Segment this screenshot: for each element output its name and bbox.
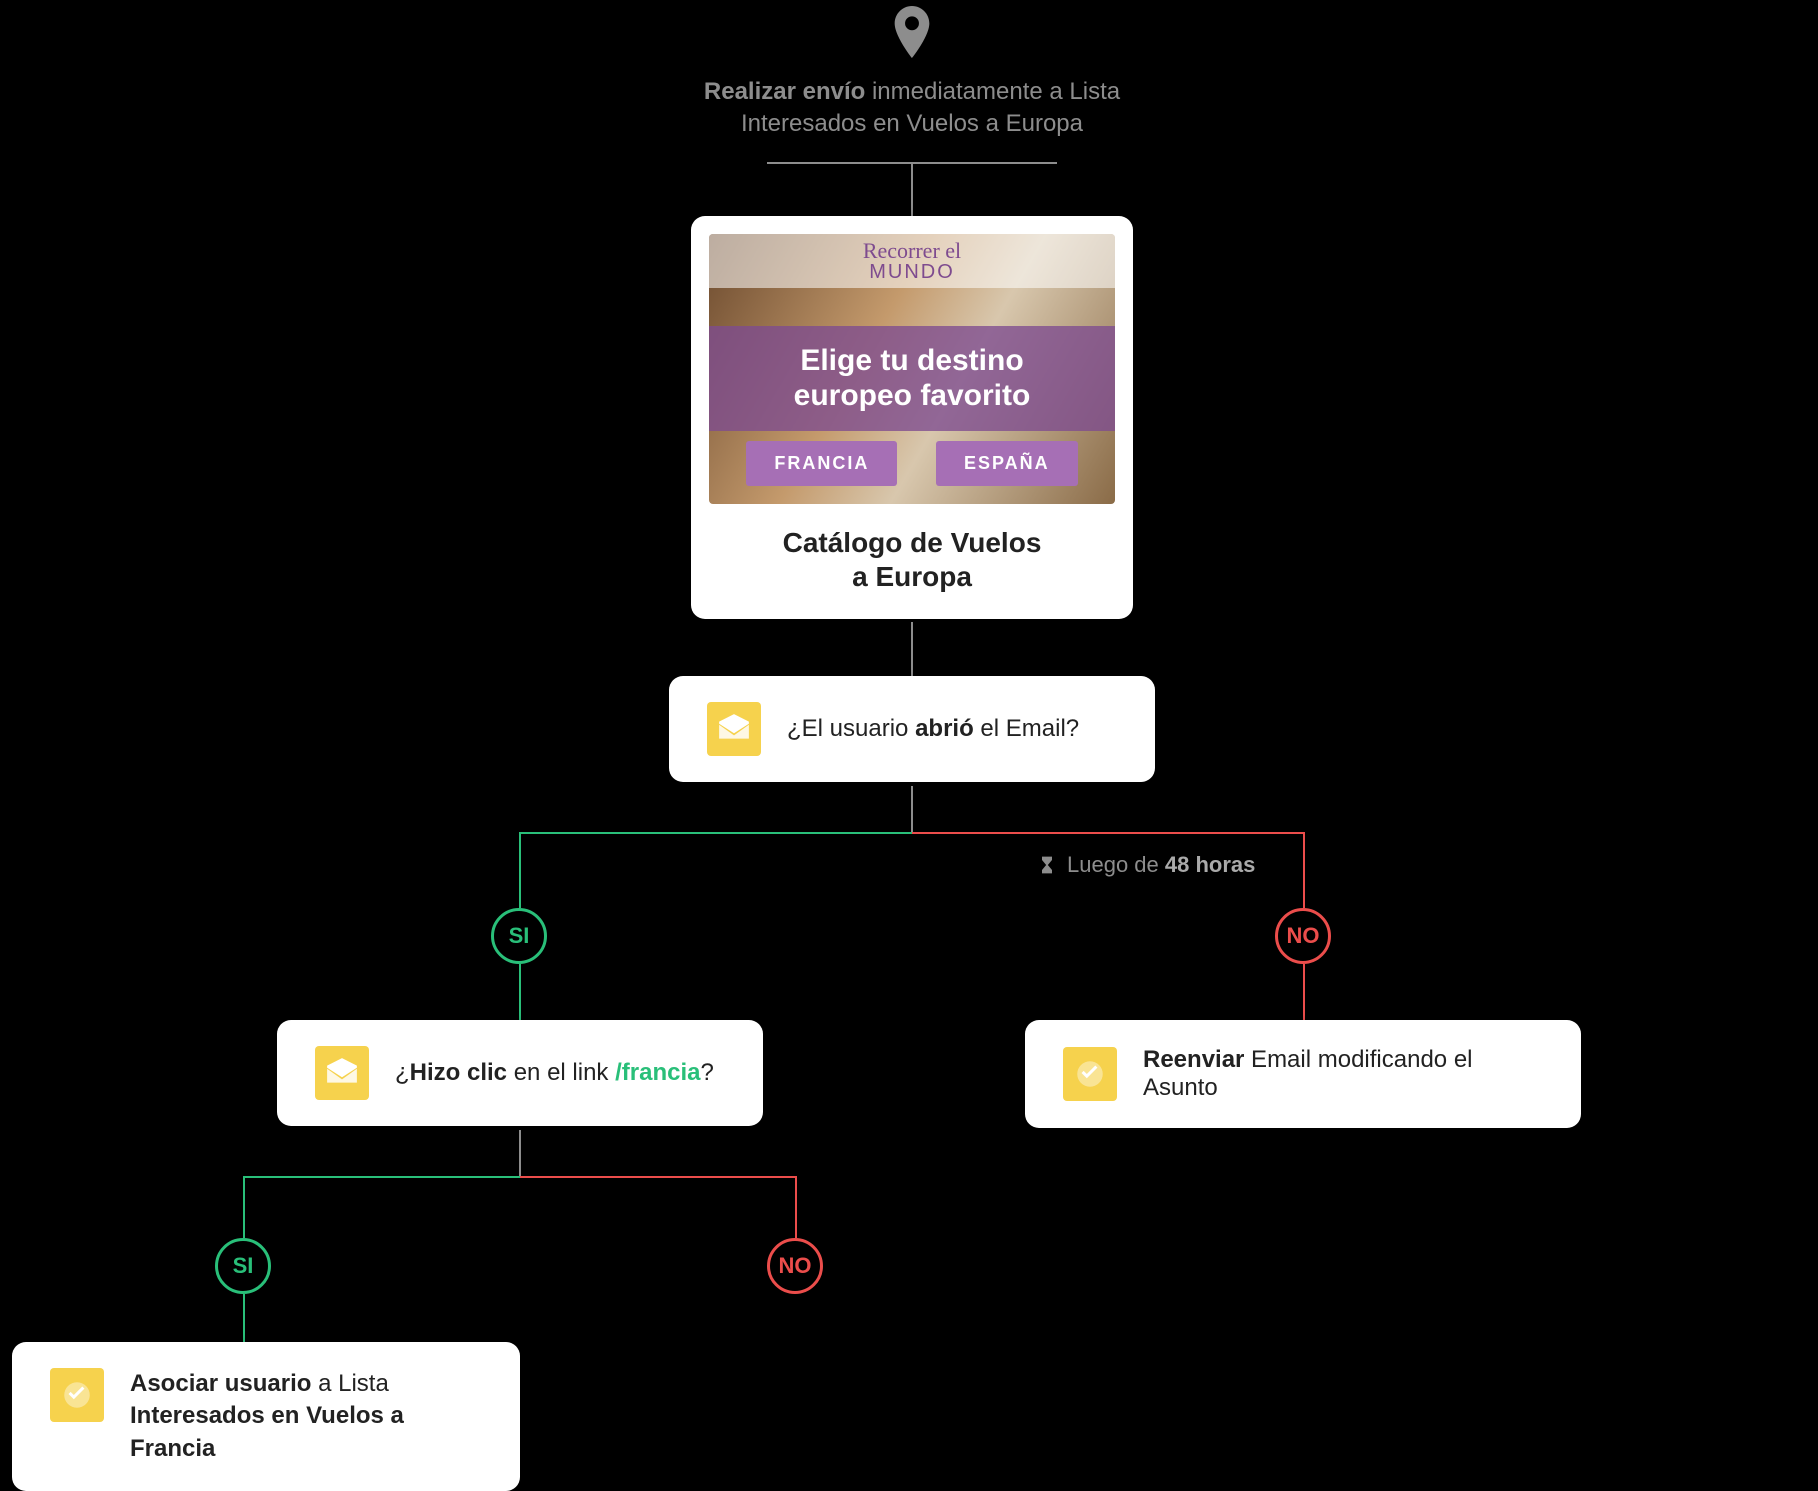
email-open-icon bbox=[707, 702, 761, 756]
badge-no-1: NO bbox=[1275, 908, 1331, 964]
badge-si-2: SI bbox=[215, 1238, 271, 1294]
delay-label: Luego de 48 horas bbox=[1037, 852, 1255, 878]
email-logo: Recorrer el MUNDO bbox=[709, 234, 1115, 288]
hourglass-icon bbox=[1037, 853, 1057, 877]
email-preview-card[interactable]: Recorrer el MUNDO Elige tu destino europ… bbox=[691, 216, 1133, 619]
start-label: Realizar envío inmediatamente a Lista In… bbox=[610, 76, 1214, 141]
location-pin-icon bbox=[891, 6, 933, 63]
email-click-icon bbox=[315, 1046, 369, 1100]
decision-clicked-link-text: ¿Hizo clic en el link /francia? bbox=[395, 1059, 725, 1087]
decision-opened-email-text: ¿El usuario abrió el Email? bbox=[787, 715, 1117, 743]
action-associate-user[interactable]: Asociar usuario a Lista Interesados en V… bbox=[12, 1342, 520, 1491]
badge-si-1: SI bbox=[491, 908, 547, 964]
email-hero-image: Recorrer el MUNDO Elige tu destino europ… bbox=[709, 234, 1115, 504]
destination-button-francia[interactable]: FRANCIA bbox=[746, 441, 897, 486]
action-resend-email-text: Reenviar Email modificando el Asunto bbox=[1143, 1046, 1543, 1102]
check-icon bbox=[50, 1368, 104, 1422]
action-associate-user-text: Asociar usuario a Lista Interesados en V… bbox=[130, 1368, 482, 1465]
email-headline: Elige tu destino europeo favorito bbox=[709, 326, 1115, 431]
action-resend-email[interactable]: Reenviar Email modificando el Asunto bbox=[1025, 1020, 1581, 1128]
decision-opened-email[interactable]: ¿El usuario abrió el Email? bbox=[669, 676, 1155, 782]
badge-no-2: NO bbox=[767, 1238, 823, 1294]
check-icon bbox=[1063, 1047, 1117, 1101]
email-caption: Catálogo de Vuelos a Europa bbox=[709, 504, 1115, 593]
destination-button-espana[interactable]: ESPAÑA bbox=[936, 441, 1078, 486]
decision-clicked-link[interactable]: ¿Hizo clic en el link /francia? bbox=[277, 1020, 763, 1126]
